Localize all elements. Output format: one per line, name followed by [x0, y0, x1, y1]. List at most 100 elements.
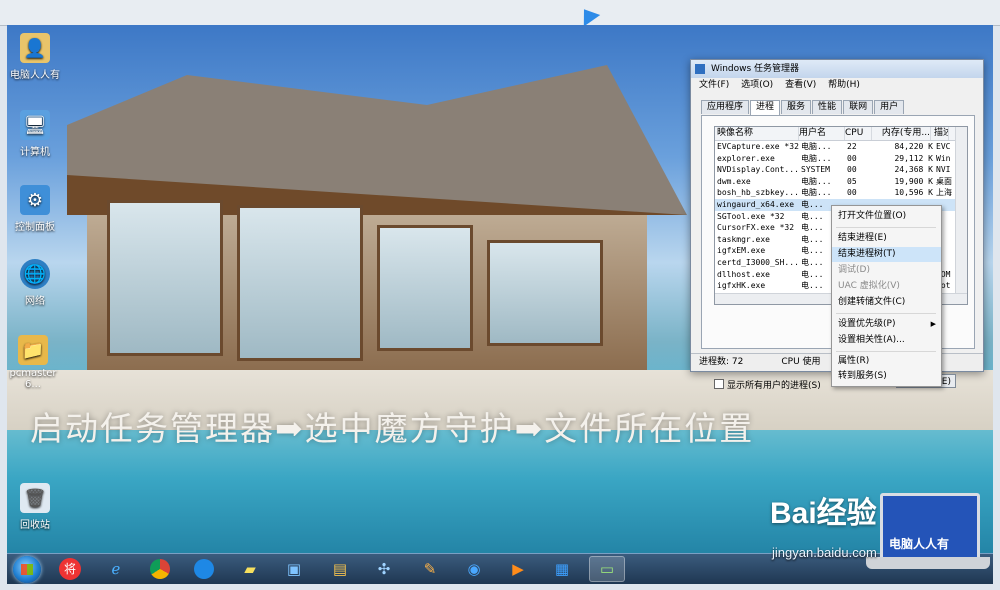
- menu-item-label: 设置优先级(P): [838, 319, 896, 329]
- tab-applications[interactable]: 应用程序: [701, 100, 750, 114]
- table-row[interactable]: dwm.exe 电脑... 05 19,900 K 桌面: [715, 176, 967, 188]
- tab-users[interactable]: 用户: [874, 100, 905, 114]
- menu-item-open-file-location[interactable]: 打开文件位置(O): [832, 209, 941, 224]
- cell-name: igfxHK.exe: [717, 281, 766, 291]
- column-description[interactable]: 描述: [931, 127, 949, 140]
- baidu-url: jingyan.baidu.com: [772, 545, 877, 560]
- column-user-name[interactable]: 用户名: [799, 127, 845, 140]
- column-memory[interactable]: 内存(专用...: [872, 127, 931, 140]
- file-manager-icon[interactable]: ▤: [325, 556, 355, 582]
- process-context-menu[interactable]: 打开文件位置(O) 结束进程(E) 结束进程树(T) 调试(D) UAC 虚拟化…: [831, 205, 942, 387]
- desktop-icon-recycle-bin[interactable]: 🗑 回收站: [7, 483, 63, 531]
- tiles-app-icon[interactable]: ▦: [547, 556, 577, 582]
- task-manager-tabs: 应用程序 进程 服务 性能 联网 用户: [701, 100, 905, 115]
- table-row[interactable]: EVCapture.exe *32 电脑... 22 84,220 K EVC: [715, 141, 967, 153]
- pinwheel-app-icon[interactable]: ✣: [369, 556, 399, 582]
- menu-item-debug[interactable]: 调试(D): [832, 263, 941, 278]
- submenu-arrow-icon: ▶: [930, 320, 936, 328]
- cell-mem: 10,596 K: [894, 188, 933, 198]
- cell-name: EVCapture.exe *32: [717, 142, 799, 151]
- menu-item-properties[interactable]: 属性(R): [832, 354, 941, 369]
- cell-cpu: 05: [847, 176, 857, 186]
- desktop-icon-label: 回收站: [20, 520, 50, 531]
- window-top-bar: [0, 0, 1000, 26]
- video-player-icon[interactable]: ▶: [503, 556, 533, 582]
- desktop-icon-label: 电脑人人有: [10, 70, 60, 81]
- laptop-base: [866, 557, 990, 569]
- status-process-count: 进程数: 72: [699, 357, 744, 367]
- menu-options[interactable]: 选项(O): [741, 80, 773, 90]
- menu-separator: [836, 227, 936, 228]
- table-row[interactable]: NVDisplay.Cont... SYSTEM 00 24,368 K NVI: [715, 164, 967, 176]
- menu-item-set-affinity[interactable]: 设置相关性(A)...: [832, 333, 941, 348]
- internet-explorer-icon[interactable]: ℯ: [101, 556, 131, 582]
- menu-item-end-process-tree[interactable]: 结束进程树(T): [832, 247, 941, 262]
- vertical-scrollbar[interactable]: [955, 127, 967, 304]
- desktop-icon-pcmaster[interactable]: 📁 pcmaster 6...: [7, 335, 61, 390]
- cell-name: dllhost.exe: [717, 269, 770, 279]
- chrome-icon[interactable]: [145, 556, 175, 582]
- laptop-text: 电脑人人有: [889, 537, 950, 551]
- jiang-app-icon[interactable]: 将: [55, 556, 85, 582]
- menu-item-end-process[interactable]: 结束进程(E): [832, 231, 941, 246]
- wallpaper-window: [377, 225, 473, 351]
- checkbox-box[interactable]: [714, 379, 724, 389]
- wallpaper-window: [487, 240, 603, 346]
- computer-icon: 🖥: [20, 110, 50, 140]
- desktop-icon-computer[interactable]: 🖥 计算机: [7, 110, 63, 158]
- wallpaper-window: [107, 200, 223, 356]
- paint-icon[interactable]: ✎: [415, 556, 445, 582]
- tab-performance[interactable]: 性能: [812, 100, 843, 114]
- column-image-name[interactable]: 映像名称: [715, 127, 799, 140]
- menu-item-go-to-service[interactable]: 转到服务(S): [832, 369, 941, 384]
- remote-desktop-icon[interactable]: ▣: [279, 556, 309, 582]
- menu-item-uac-virtualization[interactable]: UAC 虚拟化(V): [832, 279, 941, 294]
- menu-view[interactable]: 查看(V): [785, 80, 816, 90]
- desktop-icon-label: 计算机: [20, 147, 50, 158]
- desktop-icon-network[interactable]: 🌐 网络: [7, 259, 63, 307]
- desktop-icon-label: 网络: [25, 296, 45, 307]
- windows-logo-icon: [695, 64, 705, 74]
- cell-name: wingaurd_x64.exe: [717, 199, 795, 209]
- menu-file[interactable]: 文件(F): [699, 80, 729, 90]
- media-player-icon[interactable]: ◉: [459, 556, 489, 582]
- desktop-icon-user-folder[interactable]: 👤 电脑人人有: [7, 33, 63, 81]
- table-row[interactable]: bosh_hb_szbkey... 电脑... 00 10,596 K 上海: [715, 187, 967, 199]
- tab-networking[interactable]: 联网: [843, 100, 874, 114]
- column-cpu[interactable]: CPU: [845, 127, 872, 140]
- cell-mem: 19,900 K: [894, 176, 933, 186]
- cell-name: taskmgr.exe: [717, 234, 770, 244]
- cell-name: certd_I3000_SH...: [717, 257, 799, 267]
- network-globe-icon: 🌐: [20, 259, 50, 289]
- table-row[interactable]: explorer.exe 电脑... 00 29,112 K Win: [715, 153, 967, 165]
- menu-help[interactable]: 帮助(H): [828, 80, 860, 90]
- tab-services[interactable]: 服务: [781, 100, 812, 114]
- cell-cpu: 00: [847, 165, 857, 175]
- menu-separator: [836, 313, 936, 314]
- cell-name: CursorFX.exe *32: [717, 223, 795, 233]
- cell-cpu: 22: [847, 142, 857, 151]
- cell-name: dwm.exe: [717, 176, 751, 186]
- cell-mem: 84,220 K: [894, 142, 933, 151]
- cell-mem: 29,112 K: [894, 153, 933, 163]
- cell-name: bosh_hb_szbkey...: [717, 188, 799, 198]
- cell-desc: EVC: [936, 142, 951, 151]
- process-list-header: 映像名称用户名CPU内存(专用...描述: [715, 127, 967, 141]
- cell-desc: Win: [936, 153, 951, 163]
- sticky-notes-icon[interactable]: ▰: [235, 556, 265, 582]
- cell-user: SYSTEM: [801, 165, 830, 175]
- show-all-users-checkbox[interactable]: 显示所有用户的进程(S): [714, 378, 821, 391]
- start-button[interactable]: [13, 556, 41, 583]
- task-manager-icon[interactable]: ▭: [589, 556, 625, 582]
- task-manager-menu-bar: 文件(F) 选项(O) 查看(V) 帮助(H): [691, 78, 983, 92]
- desktop-icon-control-panel[interactable]: ⚙ 控制面板: [7, 185, 63, 233]
- tab-processes[interactable]: 进程: [750, 100, 781, 115]
- task-manager-title-bar[interactable]: Windows 任务管理器: [691, 60, 983, 78]
- menu-item-create-dump-file[interactable]: 创建转储文件(C): [832, 295, 941, 310]
- cell-user: 电脑...: [801, 153, 832, 163]
- watermark-laptop-logo: 电脑人人有: [880, 493, 980, 561]
- desktop-icon-label: 控制面板: [15, 222, 55, 233]
- cell-user: 电脑...: [801, 142, 832, 151]
- browser-app-icon[interactable]: [189, 556, 219, 582]
- menu-item-set-priority[interactable]: 设置优先级(P) ▶: [832, 317, 941, 332]
